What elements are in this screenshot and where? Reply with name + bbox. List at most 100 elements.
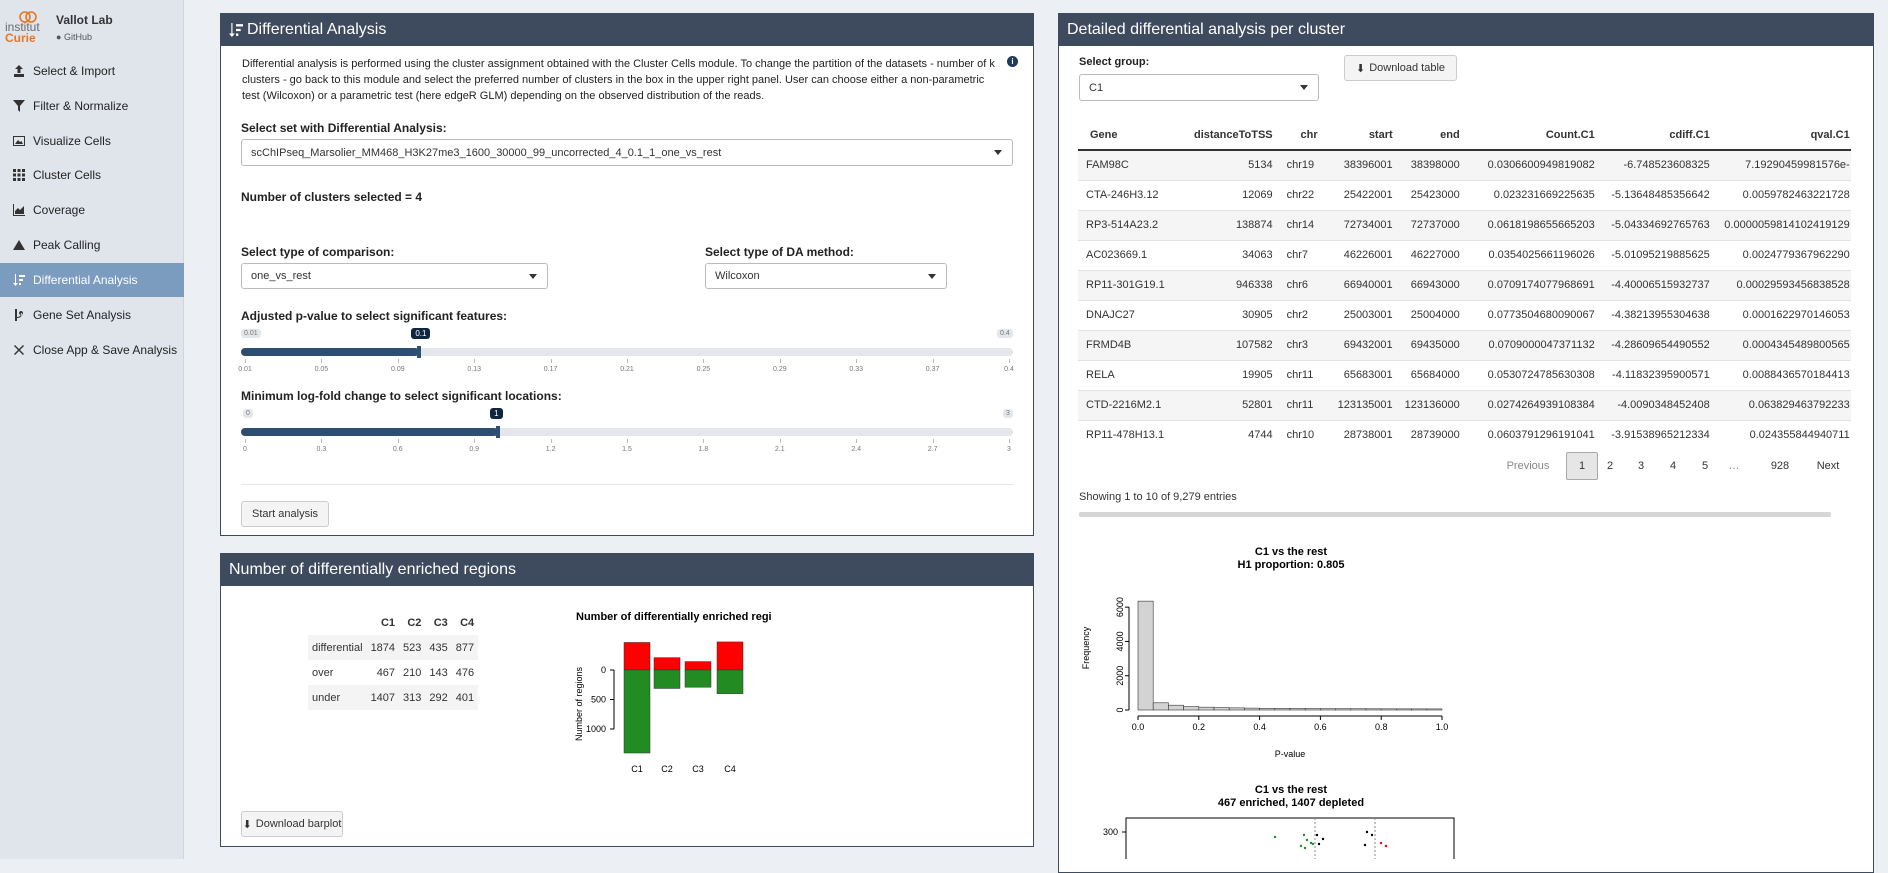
table-row[interactable]: DNAJC27 30905 chr2 25003001 25004000 0.077350… <box>1078 299 1851 330</box>
table-row[interactable]: AC023669.1 34063 chr7 46226001 46227000 0.035… <box>1078 239 1851 270</box>
group-dropdown[interactable]: C1 <box>1079 74 1319 101</box>
table-row[interactable]: FAM98C 5134 chr19 38396001 38398000 0.0306600… <box>1078 149 1851 180</box>
divider <box>241 484 1013 485</box>
table-header-start[interactable]: start <box>1323 120 1399 151</box>
github-icon: ● <box>56 32 62 42</box>
select-set-dropdown[interactable]: scChIPseq_Marsolier_MM468_H3K27me3_1600_… <box>241 139 1013 166</box>
histogram-subtitle: H1 proportion: 0.805 <box>1238 559 1345 571</box>
slider-fill <box>241 348 420 356</box>
horizontal-scrollbar[interactable] <box>1079 512 1831 517</box>
histogram-bar <box>1350 708 1367 711</box>
slider-tick-mark <box>397 439 399 443</box>
volcano-point-enriched <box>1379 841 1383 845</box>
table-cell: chr22 <box>1278 179 1324 210</box>
comparison-dropdown[interactable]: one_vs_rest <box>241 263 548 289</box>
table-row[interactable]: CTA-246H3.12 12069 chr22 25422001 25423000 0.… <box>1078 179 1851 210</box>
download-icon: ⬇ <box>242 818 252 831</box>
slider-tick-mark <box>1009 439 1010 443</box>
table-row[interactable]: CTD-2216M2.1 52801 chr11 123135001 123136000… <box>1078 389 1851 420</box>
table-cell: 25004000 <box>1398 299 1466 330</box>
histogram-bar <box>1213 707 1230 711</box>
histogram-bar <box>1274 708 1291 711</box>
comparison-label: Select type of comparison: <box>241 245 395 259</box>
sidebar-item-visualize-cells[interactable]: Visualize Cells <box>0 124 184 158</box>
page-button-3[interactable]: 3 <box>1628 452 1654 480</box>
page-button-2[interactable]: 2 <box>1597 452 1623 480</box>
group-value: C1 <box>1089 81 1104 94</box>
sidebar-item-peak-calling[interactable]: Peak Calling <box>0 228 184 262</box>
bar-over-c4 <box>716 641 744 671</box>
slider-tick-mark <box>856 439 858 443</box>
table-header-count-c1[interactable]: Count.C1 <box>1465 120 1601 151</box>
table-cell: 25423000 <box>1398 179 1466 210</box>
download-table-button[interactable]: ⬇ Download table <box>1344 55 1457 81</box>
code-branch-icon <box>15 309 24 321</box>
slider-tick-mark <box>1009 359 1010 363</box>
table-cell: chr19 <box>1278 149 1324 180</box>
detail-table: Gene distanceToTSS chr start end Count.C1 cdif… <box>1078 120 1851 450</box>
slider-tick-mark <box>474 439 476 443</box>
sidebar-item-label: Coverage <box>33 203 86 217</box>
table-header-distancetotss[interactable]: distanceToTSS <box>1188 120 1279 151</box>
table-cell: 0.0530724785630308 <box>1465 359 1601 390</box>
table-header-cdiff-c1[interactable]: cdiff.C1 <box>1600 120 1716 151</box>
download-barplot-button[interactable]: ⬇ Download barplot <box>241 811 343 837</box>
histogram-bar <box>1168 704 1184 711</box>
table-cell: 72737000 <box>1398 209 1466 240</box>
sidebar-item-gene-set-analysis[interactable]: Gene Set Analysis <box>0 298 184 332</box>
github-link[interactable]: ● GitHub <box>56 32 92 42</box>
table-cell: 0.0004345489800565 <box>1715 329 1851 360</box>
page-button-previous[interactable]: Previous <box>1506 452 1550 480</box>
sidebar-item-select-import[interactable]: Select & Import <box>0 54 184 88</box>
table-header-qval-c1[interactable]: qval.C1 <box>1715 120 1851 151</box>
sidebar-item-cluster-cells[interactable]: Cluster Cells <box>0 158 184 192</box>
table-header-chr[interactable]: chr <box>1278 120 1324 151</box>
barplot-y-tick-label: 500 <box>591 695 606 705</box>
page-button-5[interactable]: 5 <box>1692 452 1718 480</box>
slider-tick-label: 0.13 <box>467 366 481 373</box>
page-button-928[interactable]: 928 <box>1762 452 1798 480</box>
start-analysis-button[interactable]: Start analysis <box>241 501 329 527</box>
sidebar-item-differential-analysis[interactable]: Differential Analysis <box>0 263 184 297</box>
table-cell: 0.0088436570184413 <box>1715 359 1851 390</box>
bar-under-c1 <box>623 669 651 754</box>
table-cell: CTD-2216M2.1 <box>1078 389 1188 420</box>
table-cell: RELA <box>1078 359 1188 390</box>
volcano-point-depleted <box>1305 838 1309 842</box>
page-button-4[interactable]: 4 <box>1660 452 1686 480</box>
download-icon: ⬇ <box>1355 62 1366 75</box>
sidebar-item-filter-normalize[interactable]: Filter & Normalize <box>0 89 184 123</box>
table-cell: 946338 <box>1188 269 1279 300</box>
slider-tick-label: 0.01 <box>238 366 252 373</box>
table-row[interactable]: RELA 19905 chr11 65683001 65684000 0.05307247… <box>1078 359 1851 390</box>
page-button-1[interactable]: 1 <box>1566 452 1598 480</box>
sidebar-item-close-save[interactable]: Close App & Save Analysis <box>0 333 184 367</box>
slider-handle[interactable] <box>417 346 422 358</box>
table-row[interactable]: RP11-478H13.1 4744 chr10 28738001 28739000 0.… <box>1078 419 1851 450</box>
info-icon[interactable]: i <box>1007 56 1018 67</box>
method-dropdown[interactable]: Wilcoxon <box>705 263 947 289</box>
sidebar-item-label: Filter & Normalize <box>33 99 129 113</box>
table-row[interactable]: RP11-301G19.1 946338 chr6 66940001 66943000 0… <box>1078 269 1851 300</box>
table-header: C4 <box>460 616 475 629</box>
table-row[interactable]: FRMD4B 107582 chr3 69432001 69435000 0.070900… <box>1078 329 1851 360</box>
grid-icon <box>13 169 25 181</box>
sidebar-item-label: Peak Calling <box>33 238 101 252</box>
sidebar-item-coverage[interactable]: Coverage <box>0 193 184 227</box>
table-row[interactable]: RP3-514A23.2 138874 chr14 72734001 72737000 0… <box>1078 209 1851 240</box>
table-cell: 65683001 <box>1323 359 1399 390</box>
histogram-ylabel: Frequency <box>1081 626 1091 669</box>
table-cell: 467 <box>376 666 396 679</box>
slider-handle[interactable] <box>496 426 501 438</box>
table-header-gene[interactable]: Gene <box>1078 120 1188 151</box>
page-button-next[interactable]: Next <box>1811 452 1845 480</box>
area-chart-icon <box>13 204 25 216</box>
histogram-bar <box>1259 707 1276 711</box>
table-cell: -4.0090348452408 <box>1600 389 1716 420</box>
slider-tick-label: 2.7 <box>927 446 938 453</box>
table-cell: 69435000 <box>1398 329 1466 360</box>
table-header-end[interactable]: end <box>1398 120 1466 151</box>
slider-tick-mark <box>474 359 476 363</box>
detail-table-container[interactable]: Gene distanceToTSS chr start end Count.C1 cdif… <box>1078 120 1851 450</box>
volcano-y-tick-label: 300 <box>1103 827 1118 837</box>
